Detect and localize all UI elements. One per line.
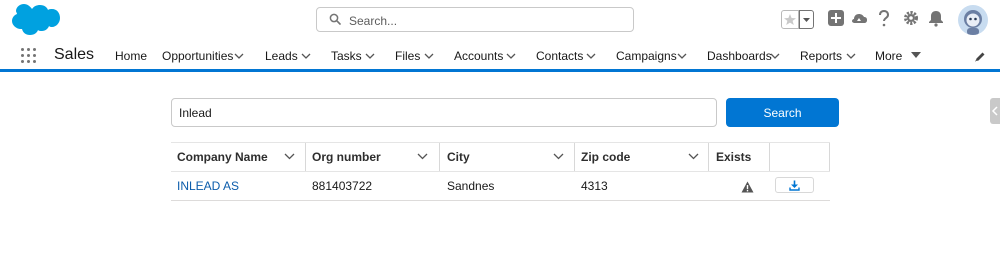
nav-tasks-chevron-down-icon[interactable] bbox=[365, 53, 375, 59]
column-divider bbox=[305, 143, 306, 171]
help-icon[interactable] bbox=[876, 9, 892, 27]
download-icon bbox=[789, 180, 800, 191]
salesforce-logo[interactable] bbox=[12, 4, 60, 38]
nav-more-caret-down-icon[interactable] bbox=[911, 52, 921, 58]
column-header-zip-code[interactable]: Zip code bbox=[581, 143, 630, 171]
search-icon bbox=[329, 13, 341, 25]
table-row: INLEAD AS 881403722 Sandnes 4313 bbox=[171, 172, 830, 201]
table-header-row: Company Name Org number City Zip code Ex… bbox=[171, 142, 830, 172]
column-divider bbox=[829, 143, 830, 171]
notifications-bell-icon[interactable] bbox=[927, 9, 945, 27]
nav-dashboards-chevron-down-icon[interactable] bbox=[770, 53, 780, 59]
column-header-org-number[interactable]: Org number bbox=[312, 143, 381, 171]
nav-accounts-chevron-down-icon[interactable] bbox=[506, 53, 516, 59]
org-number-cell: 881403722 bbox=[312, 179, 373, 193]
results-table: Company Name Org number City Zip code Ex… bbox=[171, 142, 830, 201]
column-header-city[interactable]: City bbox=[447, 143, 470, 171]
setup-gear-icon[interactable] bbox=[902, 9, 920, 27]
city-sort-chevron-down-icon[interactable] bbox=[553, 153, 564, 160]
column-header-exists: Exists bbox=[716, 150, 752, 164]
app-name: Sales bbox=[54, 46, 95, 63]
zip-code-sort-chevron-down-icon[interactable] bbox=[688, 153, 699, 160]
global-header bbox=[0, 0, 1000, 42]
chevron-left-icon bbox=[991, 106, 998, 116]
warning-icon bbox=[741, 181, 754, 193]
column-divider bbox=[574, 143, 575, 171]
nav-item-more[interactable]: More bbox=[875, 49, 902, 63]
column-divider bbox=[708, 143, 709, 171]
org-number-sort-chevron-down-icon[interactable] bbox=[417, 153, 428, 160]
company-name-sort-chevron-down-icon[interactable] bbox=[284, 153, 295, 160]
favorites-control[interactable] bbox=[781, 10, 814, 31]
add-icon[interactable] bbox=[827, 9, 845, 27]
column-divider bbox=[439, 143, 440, 171]
nav-files-chevron-down-icon[interactable] bbox=[424, 53, 434, 59]
nav-item-campaigns[interactable]: Campaigns bbox=[616, 49, 677, 63]
nav-opportunities-chevron-down-icon[interactable] bbox=[234, 53, 244, 59]
trailhead-icon[interactable] bbox=[850, 9, 868, 27]
nav-reports-chevron-down-icon[interactable] bbox=[846, 53, 856, 59]
company-search-input[interactable] bbox=[171, 98, 717, 127]
download-button[interactable] bbox=[775, 177, 814, 193]
favorite-star-button[interactable] bbox=[781, 10, 799, 29]
company-name-link[interactable]: INLEAD AS bbox=[177, 172, 239, 200]
nav-item-contacts[interactable]: Contacts bbox=[536, 49, 583, 63]
app-nav-bar: Sales Home Opportunities Leads Tasks Fil… bbox=[0, 42, 1000, 69]
nav-item-leads[interactable]: Leads bbox=[265, 49, 298, 63]
city-cell: Sandnes bbox=[447, 179, 495, 193]
caret-down-icon bbox=[803, 18, 810, 22]
nav-item-accounts[interactable]: Accounts bbox=[454, 49, 503, 63]
nav-leads-chevron-down-icon[interactable] bbox=[301, 53, 311, 59]
global-search[interactable] bbox=[316, 7, 634, 32]
global-search-input[interactable] bbox=[347, 10, 621, 31]
edit-nav-icon[interactable] bbox=[974, 51, 986, 63]
nav-campaigns-chevron-down-icon[interactable] bbox=[677, 53, 687, 59]
nav-item-home[interactable]: Home bbox=[115, 49, 147, 63]
search-button[interactable]: Search bbox=[726, 98, 839, 127]
favorites-list-button[interactable] bbox=[799, 10, 814, 29]
user-avatar-icon bbox=[958, 5, 988, 35]
zip-code-cell: 4313 bbox=[581, 179, 608, 193]
app-launcher-icon[interactable] bbox=[20, 47, 37, 64]
nav-item-dashboards[interactable]: Dashboards bbox=[707, 49, 772, 63]
nav-item-opportunities[interactable]: Opportunities bbox=[162, 49, 233, 63]
column-header-company-name[interactable]: Company Name bbox=[177, 143, 268, 171]
nav-item-files[interactable]: Files bbox=[395, 49, 420, 63]
utility-panel-toggle[interactable] bbox=[990, 98, 1000, 124]
column-divider bbox=[769, 143, 770, 171]
favorite-star-icon bbox=[784, 14, 796, 25]
nav-contacts-chevron-down-icon[interactable] bbox=[586, 53, 596, 59]
nav-item-reports[interactable]: Reports bbox=[800, 49, 842, 63]
avatar[interactable] bbox=[958, 5, 988, 35]
nav-item-tasks[interactable]: Tasks bbox=[331, 49, 362, 63]
